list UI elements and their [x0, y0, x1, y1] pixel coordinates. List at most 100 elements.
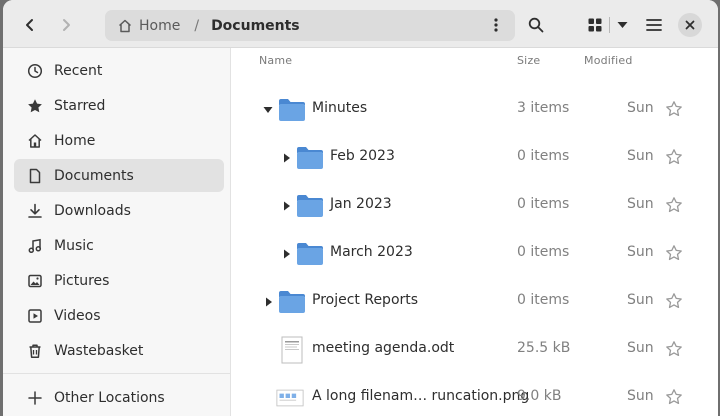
breadcrumb-separator: /: [194, 17, 200, 34]
table-row[interactable]: Jan 2023 0 items Sun: [232, 182, 718, 230]
sidebar: Recent Starred Home Documents Downloads …: [3, 48, 231, 416]
home-icon: [118, 19, 132, 32]
file-name: Minutes: [312, 100, 368, 116]
table-row[interactable]: A long filenam… runcation.png 9.0 kB Sun: [232, 374, 718, 416]
sidebar-item-label: Documents: [54, 167, 134, 184]
star-outline-icon[interactable]: [665, 196, 683, 214]
file-size: 0 items: [517, 244, 570, 260]
search-button[interactable]: [521, 10, 551, 40]
file-modified: Sun: [627, 148, 654, 164]
sidebar-item-label: Recent: [54, 62, 103, 79]
grid-view-button[interactable]: [585, 10, 605, 40]
file-manager-window: Home / Documents Recent Starred Home Doc…: [3, 0, 718, 416]
sidebar-item-label: Home: [54, 132, 96, 149]
star-icon: [26, 97, 44, 115]
sidebar-item-pictures[interactable]: Pictures: [14, 264, 224, 297]
picture-icon: [26, 272, 44, 290]
sidebar-item-wastebasket[interactable]: Wastebasket: [14, 334, 224, 367]
expander-collapsed-icon[interactable]: [263, 295, 275, 309]
close-button[interactable]: [678, 13, 702, 37]
folder-icon: [297, 195, 323, 217]
hamburger-menu-icon: [646, 19, 662, 31]
view-divider: [609, 17, 610, 33]
file-name: Feb 2023: [330, 148, 395, 164]
forward-button[interactable]: [51, 10, 81, 40]
download-icon: [26, 202, 44, 220]
star-outline-icon[interactable]: [665, 388, 683, 406]
header-bar: Home / Documents: [3, 0, 718, 48]
file-size: 25.5 kB: [517, 340, 571, 356]
plus-icon: [26, 389, 44, 407]
table-row[interactable]: meeting agenda.odt 25.5 kB Sun: [232, 326, 718, 374]
sidebar-item-label: Downloads: [54, 202, 131, 219]
expander-collapsed-icon[interactable]: [281, 199, 293, 213]
star-outline-icon[interactable]: [665, 292, 683, 310]
file-name: Jan 2023: [330, 196, 392, 212]
sidebar-item-downloads[interactable]: Downloads: [14, 194, 224, 227]
video-icon: [26, 307, 44, 325]
caret-down-icon: [617, 22, 627, 28]
document-icon: [26, 167, 44, 185]
file-name: March 2023: [330, 244, 413, 260]
star-outline-icon[interactable]: [665, 244, 683, 262]
column-header-modified[interactable]: Modified: [584, 54, 633, 67]
vertical-dots-icon: [494, 18, 498, 32]
file-name: A long filenam… runcation.png: [312, 388, 530, 404]
back-button[interactable]: [15, 10, 45, 40]
expander-expanded-icon[interactable]: [262, 103, 274, 117]
sidebar-item-starred[interactable]: Starred: [14, 89, 224, 122]
table-row[interactable]: Project Reports 0 items Sun: [232, 278, 718, 326]
sidebar-item-label: Other Locations: [54, 389, 165, 406]
table-row[interactable]: Feb 2023 0 items Sun: [232, 134, 718, 182]
file-size: 9.0 kB: [517, 388, 562, 404]
file-modified: Sun: [627, 388, 654, 404]
grid-icon: [588, 18, 602, 32]
file-list: Name Size Modified Minutes 3 items Sun F…: [232, 48, 718, 416]
image-thumbnail-icon: [276, 389, 304, 407]
folder-icon: [279, 99, 305, 121]
file-size: 0 items: [517, 196, 570, 212]
music-icon: [26, 237, 44, 255]
sidebar-item-music[interactable]: Music: [14, 229, 224, 262]
file-modified: Sun: [627, 340, 654, 356]
file-size: 3 items: [517, 100, 570, 116]
sidebar-item-videos[interactable]: Videos: [14, 299, 224, 332]
file-modified: Sun: [627, 100, 654, 116]
folder-icon: [297, 147, 323, 169]
chevron-left-icon: [26, 19, 33, 31]
file-modified: Sun: [627, 196, 654, 212]
sidebar-item-label: Videos: [54, 307, 101, 324]
breadcrumb-current[interactable]: Documents: [211, 10, 300, 41]
expander-collapsed-icon[interactable]: [281, 247, 293, 261]
file-name: Project Reports: [312, 292, 419, 308]
close-icon: [685, 20, 695, 30]
star-outline-icon[interactable]: [665, 148, 683, 166]
path-bar: Home / Documents: [105, 10, 515, 41]
document-thumbnail-icon: [281, 336, 303, 364]
star-outline-icon[interactable]: [665, 340, 683, 358]
trash-icon: [26, 342, 44, 360]
folder-icon: [279, 291, 305, 313]
table-row[interactable]: March 2023 0 items Sun: [232, 230, 718, 278]
view-options-button[interactable]: [614, 10, 630, 40]
table-row[interactable]: Minutes 3 items Sun: [232, 86, 718, 134]
home-icon: [26, 132, 44, 150]
star-outline-icon[interactable]: [665, 100, 683, 118]
main-menu-button[interactable]: [639, 10, 669, 40]
sidebar-item-documents[interactable]: Documents: [14, 159, 224, 192]
view-switcher: [585, 10, 635, 40]
column-header-size[interactable]: Size: [517, 54, 540, 67]
sidebar-item-recent[interactable]: Recent: [14, 54, 224, 87]
sidebar-item-label: Wastebasket: [54, 342, 144, 359]
sidebar-separator: [3, 373, 231, 374]
file-name: meeting agenda.odt: [312, 340, 455, 356]
expander-collapsed-icon[interactable]: [281, 151, 293, 165]
breadcrumb-home[interactable]: Home: [105, 10, 180, 41]
sidebar-item-label: Starred: [54, 97, 106, 114]
column-header-name[interactable]: Name: [259, 54, 292, 67]
file-size: 0 items: [517, 148, 570, 164]
sidebar-item-other-locations[interactable]: Other Locations: [14, 381, 224, 414]
sidebar-item-home[interactable]: Home: [14, 124, 224, 157]
chevron-right-icon: [63, 19, 70, 31]
path-menu-button[interactable]: [483, 12, 509, 38]
